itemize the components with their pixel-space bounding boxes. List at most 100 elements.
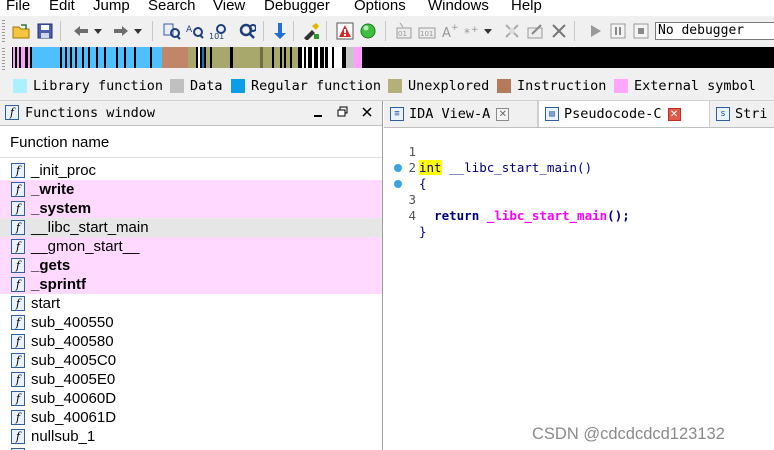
function-row[interactable]: f sub_40060D [0,389,382,408]
code-line[interactable]: 3 return _libc_start_main(); [384,160,774,223]
function-row[interactable]: f sub_4005E0 [0,370,382,389]
search-text-icon[interactable]: A [186,22,204,40]
legend-item-data: Data [170,78,223,94]
navband-grip[interactable] [2,48,5,70]
menu-options[interactable]: Options [354,0,406,16]
function-name: _term_proc [31,446,107,450]
strings-icon: s [716,107,730,121]
tab-bar: ≡ IDA View-A ✕ ▤ Pseudocode-C ✕ s Stri [384,101,774,128]
panel-title: Functions window [25,105,156,121]
legend-swatch [388,79,402,93]
function-icon: f [11,391,25,406]
function-row[interactable]: f sub_400580 [0,332,382,351]
toolbar-grip[interactable] [2,20,5,42]
tab-strings[interactable]: s Stri [710,101,774,127]
close-icon[interactable] [359,104,375,122]
tab-ida-view-a[interactable]: ≡ IDA View-A ✕ [384,101,538,127]
function-row[interactable]: f __libc_start_main [0,218,382,237]
back-arrow-icon[interactable] [72,22,90,40]
chevron-down-icon[interactable] [482,22,494,40]
tab-label: IDA View-A [409,106,491,122]
debugger-select[interactable]: No debugger [655,22,774,40]
function-name: _system [31,200,92,217]
restore-icon[interactable] [334,104,350,122]
search-binary-icon[interactable] [238,22,256,40]
menu-view[interactable]: View [213,0,245,16]
menu-help[interactable]: Help [511,0,542,16]
tab-pseudocode-c[interactable]: ▤ Pseudocode-C ✕ [538,101,710,127]
undefine-icon[interactable] [503,22,521,40]
code-line[interactable]: 1 int __libc_start_main() [384,128,774,175]
function-name-column-header[interactable]: Function name [0,127,382,158]
menu-edit[interactable]: Edit [49,0,75,16]
function-row[interactable]: f sub_400550 [0,313,382,332]
function-row[interactable]: f _write [0,180,382,199]
forward-arrow-icon[interactable] [112,22,130,40]
close-icon[interactable]: ✕ [667,107,681,121]
pseudocode-view[interactable]: 1 int __libc_start_main() 2 { 3 return _… [384,128,774,450]
function-icon: f [11,429,25,444]
make-data-icon[interactable]: 101 [418,22,436,40]
legend-item-unexplored: Unexplored [388,78,489,94]
play-icon[interactable] [587,22,605,40]
function-row[interactable]: f __gmon_start__ [0,237,382,256]
code-line[interactable]: 4 } [384,176,774,239]
green-circle-icon[interactable] [359,22,377,40]
minimize-icon[interactable] [310,104,326,122]
chevron-down-icon[interactable] [92,22,104,40]
jump-down-arrow-icon[interactable] [271,22,289,40]
open-icon[interactable] [12,22,30,40]
menu-windows[interactable]: Windows [428,0,489,16]
save-icon[interactable] [36,22,54,40]
legend-item-regular-function: Regular function [231,78,381,94]
close-icon[interactable] [550,22,568,40]
function-row[interactable]: f nullsub_1 [0,427,382,446]
rename-icon[interactable] [526,22,544,40]
svg-text:101: 101 [420,30,433,38]
function-name: _gets [31,257,71,274]
function-row[interactable]: f _init_proc [0,161,382,180]
search-immediate-icon[interactable]: 101 [209,22,227,40]
watermark: CSDN @cdcdcdcd123132 [532,425,725,443]
function-row[interactable]: f _gets [0,256,382,275]
legend-item-external-symbol: External symbol [614,78,756,94]
function-row[interactable]: f _sprintf [0,275,382,294]
warning-icon[interactable] [336,22,354,40]
menu-search[interactable]: Search [148,0,196,16]
function-row[interactable]: f_term_proc [0,446,382,450]
breakpoint-dot-icon[interactable] [394,164,402,172]
legend-swatch [614,79,628,93]
legend-item-instruction: Instruction [497,78,606,94]
legend-label: Regular function [251,78,382,94]
function-row[interactable]: f sub_40061D [0,408,382,427]
make-array-icon[interactable]: * + [463,22,481,40]
menu-debugger[interactable]: Debugger [264,0,330,16]
function-row[interactable]: f sub_4005C0 [0,351,382,370]
menu-jump[interactable]: Jump [93,0,130,16]
function-icon: f [11,296,25,311]
navigation-band[interactable] [12,47,774,68]
breakpoint-dot-icon[interactable] [394,180,402,188]
code-line[interactable]: 2 { [384,144,774,191]
search-sequence-icon[interactable] [163,22,181,40]
legend-swatch [170,79,184,93]
function-name: _sprintf [31,276,87,293]
make-code-icon[interactable]: 01 [395,22,413,40]
close-icon[interactable]: ✕ [496,107,510,121]
navigation-band-toolbar [0,46,774,72]
mark-icon[interactable] [302,22,320,40]
function-call[interactable]: _libc_start_main [487,208,607,223]
legend-label: Instruction [517,78,607,94]
chevron-down-icon[interactable] [132,22,144,40]
function-row[interactable]: f start [0,294,382,313]
legend-item-library-function: Library function [13,78,163,94]
make-string-icon[interactable]: A + [441,22,459,40]
menu-file[interactable]: File [6,0,30,16]
column-header-label: Function name [10,134,110,151]
tab-label: Stri [735,106,768,122]
pause-icon[interactable] [609,22,627,40]
function-name: sub_400550 [31,314,114,331]
function-row[interactable]: f _system [0,199,382,218]
stop-icon[interactable] [632,22,650,40]
function-icon: f [11,220,25,235]
